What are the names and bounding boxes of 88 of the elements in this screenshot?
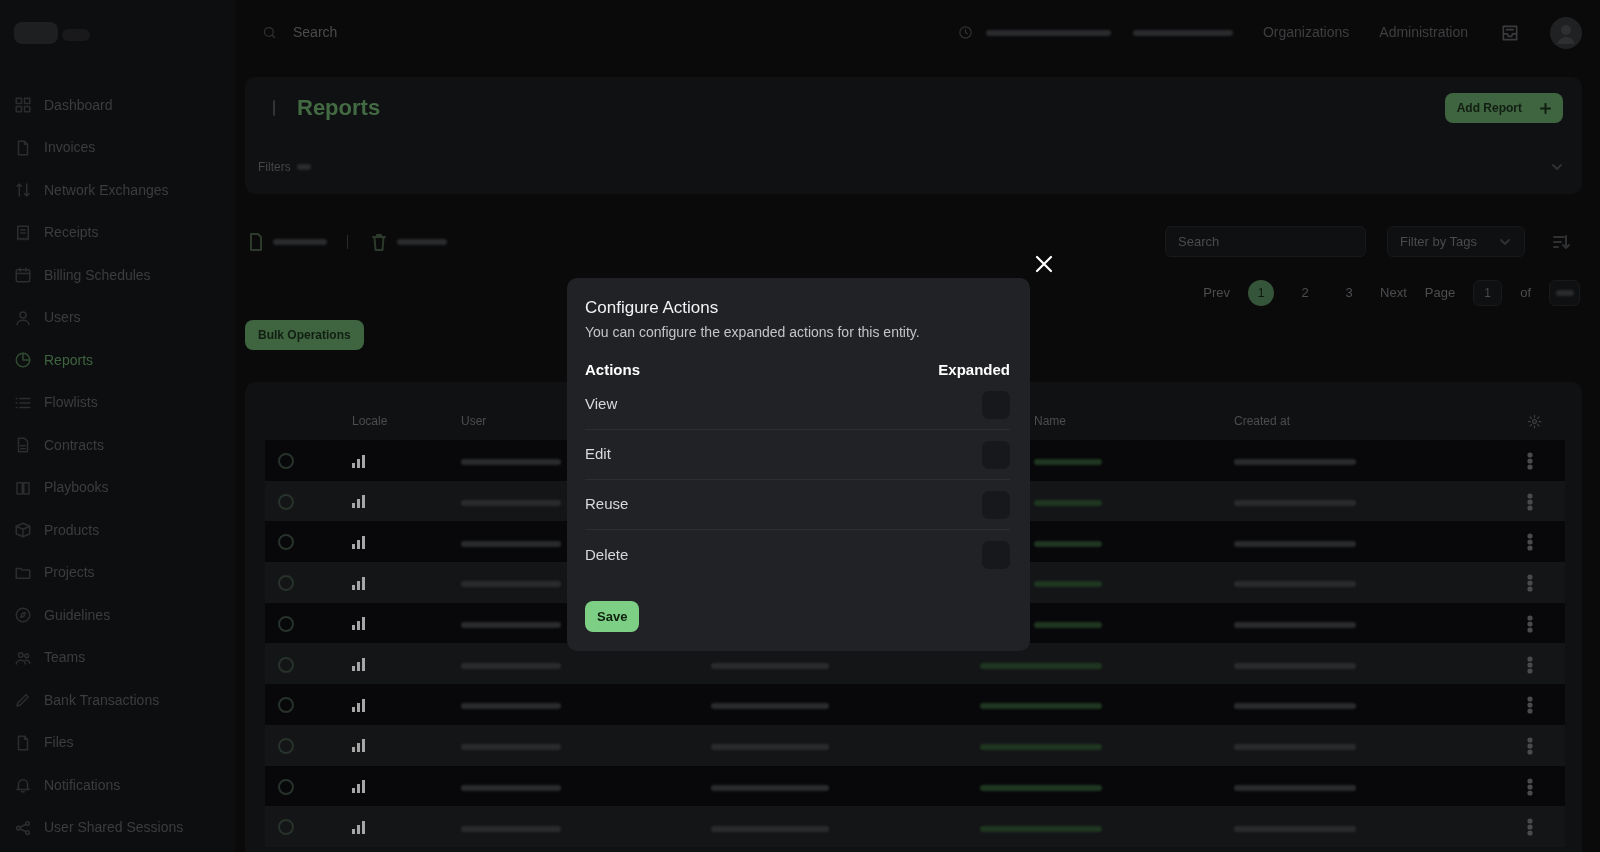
user-icon [14, 308, 32, 327]
blurred-text [1034, 500, 1102, 507]
search-icon [262, 25, 277, 40]
search-field[interactable]: Search [1165, 226, 1366, 257]
pen-icon [14, 691, 32, 710]
bell-icon [14, 776, 32, 795]
more-options-icon[interactable] [1527, 492, 1533, 511]
page-label: Page [1424, 284, 1456, 303]
column-header: Actions [585, 359, 640, 380]
blurred-text [296, 163, 311, 170]
column-header: Expanded [938, 359, 1010, 380]
checkbox-icon[interactable] [278, 493, 294, 510]
blurred-text [1034, 540, 1102, 547]
checkbox-icon[interactable] [278, 656, 294, 673]
more-options-icon[interactable] [1527, 614, 1533, 633]
sidebar-item[interactable]: Reports [0, 339, 235, 382]
checkbox-icon[interactable] [278, 615, 294, 632]
bulk-operations-button[interactable]: Bulk Operations [245, 320, 364, 350]
clock-icon [957, 25, 973, 40]
save-button[interactable]: Save [585, 601, 640, 632]
page-title: Reports [297, 94, 381, 122]
signal-bars-icon [352, 658, 366, 672]
page-button[interactable]: 1 [1248, 280, 1275, 306]
checkbox-icon[interactable] [278, 453, 294, 470]
more-options-icon[interactable] [1527, 452, 1533, 471]
close-icon[interactable] [1034, 254, 1054, 274]
action-label: Reuse [585, 494, 629, 515]
grid-icon [14, 96, 32, 115]
arrows-icon [14, 181, 32, 200]
signal-bars-icon [352, 617, 366, 631]
compass-icon [14, 606, 32, 625]
column-header: Name [1034, 414, 1066, 428]
tag-filter-dropdown[interactable]: Filter by Tags [1387, 226, 1525, 257]
more-options-icon[interactable] [1527, 655, 1533, 674]
checkbox-icon[interactable] [278, 778, 294, 795]
pie-chart-icon [14, 351, 32, 370]
vertical-line-icon[interactable] [271, 99, 277, 117]
sort-icon[interactable] [1552, 232, 1570, 251]
of-label: of [1520, 284, 1531, 303]
checkbox-icon[interactable] [278, 737, 294, 754]
avatar-icon[interactable] [1550, 16, 1582, 49]
signal-bars-icon [352, 780, 366, 794]
blurred-text [273, 238, 327, 245]
signal-bars-icon [352, 698, 366, 712]
column-header: Locale [352, 414, 388, 428]
action-label: Edit [585, 444, 611, 465]
checkbox-icon[interactable] [278, 697, 294, 714]
page-button[interactable]: 2 [1292, 280, 1319, 306]
prev-link[interactable]: Prev [1203, 283, 1231, 303]
signal-bars-icon [352, 536, 366, 549]
column-header: User [461, 414, 487, 428]
signal-bars-icon [352, 454, 366, 468]
signal-bars-icon [352, 495, 366, 509]
file-icon[interactable] [249, 232, 263, 251]
blurred-text [1034, 581, 1102, 588]
page-input[interactable]: 1 [1473, 280, 1503, 306]
share-icon [14, 818, 32, 837]
blurred-text [1034, 622, 1102, 629]
trash-icon[interactable] [372, 232, 386, 251]
more-options-icon[interactable] [1527, 736, 1533, 755]
more-options-icon[interactable] [1527, 777, 1533, 796]
signal-bars-icon [352, 739, 366, 753]
search-field[interactable]: Search [291, 21, 541, 44]
signal-bars-icon [352, 576, 366, 590]
page-button[interactable]: 3 [1336, 280, 1363, 306]
settings-icon[interactable] [1527, 414, 1542, 430]
page-total-box [1549, 280, 1580, 306]
box-icon [14, 521, 32, 540]
more-options-icon[interactable] [1527, 696, 1533, 715]
blurred-text [1034, 459, 1102, 466]
blurred-text [397, 238, 447, 245]
checkbox-icon[interactable] [278, 819, 294, 836]
signal-bars-icon [352, 820, 366, 834]
column-header: Created at [1234, 414, 1291, 428]
modal-description: You can configure the expanded actions for this entity. [585, 323, 921, 342]
next-link[interactable]: Next [1380, 283, 1407, 303]
more-options-icon[interactable] [1527, 574, 1533, 593]
action-label: Delete [585, 544, 629, 565]
more-options-icon[interactable] [1527, 818, 1533, 837]
checkbox-icon[interactable] [278, 575, 294, 592]
checkbox-icon[interactable] [278, 534, 294, 551]
more-options-icon[interactable] [1527, 533, 1533, 552]
add-report-button[interactable]: Add Report [1444, 93, 1563, 123]
receipt-icon [14, 223, 32, 242]
plus-icon [1540, 102, 1551, 114]
action-label: View [585, 394, 618, 415]
calendar-icon [14, 266, 32, 285]
modal-title: Configure Actions [585, 297, 720, 319]
